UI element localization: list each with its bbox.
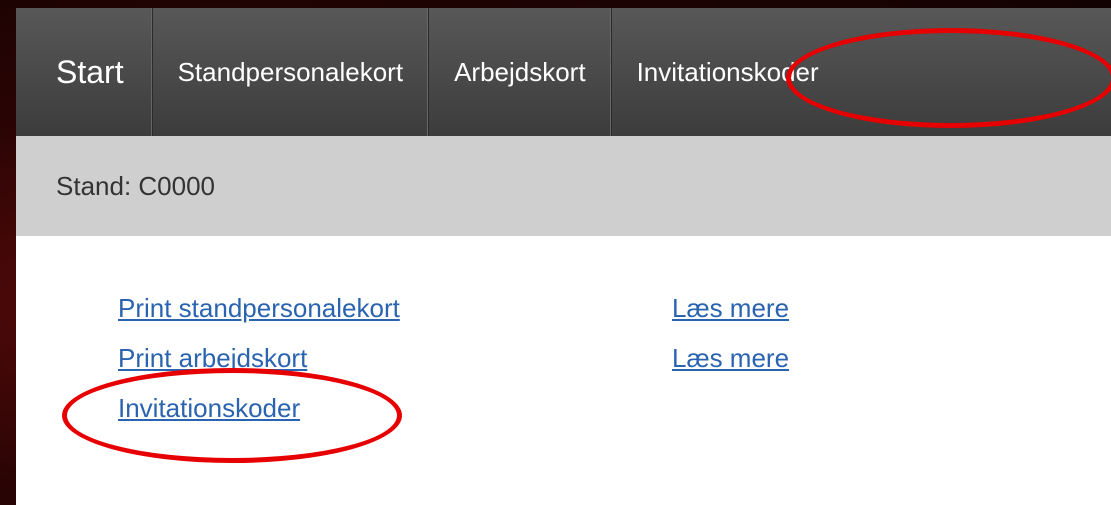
nav-item-arbejdskort[interactable]: Arbejdskort bbox=[429, 8, 612, 136]
invitationskoder-link[interactable]: Invitationskoder bbox=[118, 393, 300, 424]
nav-item-invitationskoder[interactable]: Invitationskoder bbox=[612, 8, 844, 136]
read-more-arbejdskort-link[interactable]: Læs mere bbox=[672, 343, 789, 374]
print-standpersonalekort-link[interactable]: Print standpersonalekort bbox=[118, 293, 400, 324]
nav-item-standpersonalekort[interactable]: Standpersonalekort bbox=[153, 8, 430, 136]
main-content: Print standpersonalekort Print arbejdsko… bbox=[16, 236, 1111, 505]
read-more-standpersonalekort-link[interactable]: Læs mere bbox=[672, 293, 789, 324]
nav-item-start[interactable]: Start bbox=[16, 8, 153, 136]
top-navbar: Start Standpersonalekort Arbejdskort Inv… bbox=[16, 8, 1111, 136]
app-window: Start Standpersonalekort Arbejdskort Inv… bbox=[16, 8, 1111, 505]
print-arbejdskort-link[interactable]: Print arbejdskort bbox=[118, 343, 307, 374]
stand-label: Stand: C0000 bbox=[56, 170, 216, 201]
stand-bar: Stand: C0000 bbox=[16, 136, 1111, 236]
